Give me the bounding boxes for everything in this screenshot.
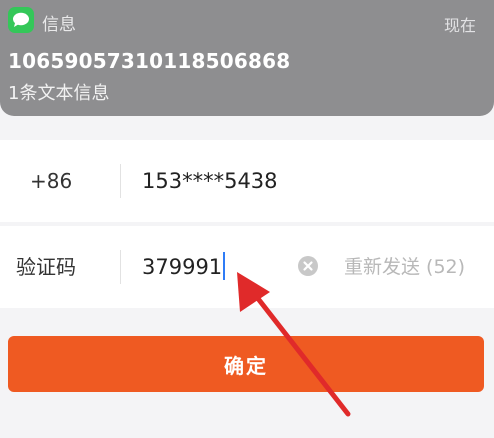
country-code[interactable]: +86 xyxy=(30,140,72,222)
phone-divider xyxy=(120,164,121,198)
messages-icon xyxy=(8,7,34,33)
verification-code-value: 379991 xyxy=(142,255,223,279)
text-caret xyxy=(223,252,226,280)
notification-banner[interactable]: 信息 现在 10659057310118506868 1条文本信息 xyxy=(0,0,494,116)
notification-sender: 10659057310118506868 xyxy=(8,49,291,73)
verification-code-label: 验证码 xyxy=(16,255,76,279)
resend-code-button[interactable]: 重新发送 (52) xyxy=(344,226,465,308)
verification-code-input[interactable]: 379991 xyxy=(142,226,226,308)
code-divider xyxy=(120,250,121,284)
phone-number: 153****5438 xyxy=(142,169,278,193)
verification-code-row: 验证码 379991 重新发送 (52) xyxy=(0,226,494,308)
clear-icon[interactable] xyxy=(298,256,318,276)
confirm-button[interactable]: 确定 xyxy=(8,336,484,392)
notification-preview: 1条文本信息 xyxy=(8,83,110,104)
phone-row: +86 153****5438 xyxy=(0,140,494,222)
notification-app-name: 信息 xyxy=(42,15,76,35)
notification-time: 现在 xyxy=(443,16,476,35)
